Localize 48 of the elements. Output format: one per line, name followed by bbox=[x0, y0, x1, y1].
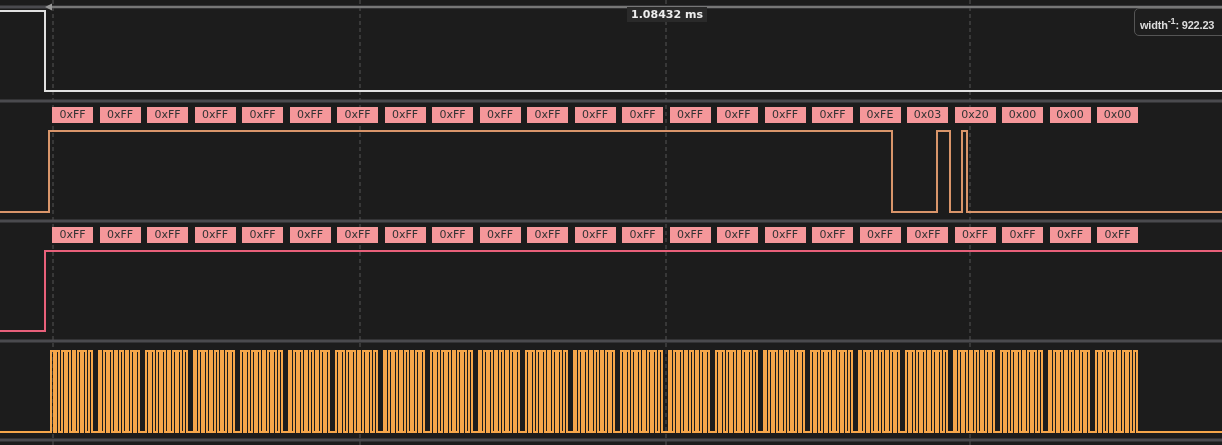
decoded-byte[interactable]: 0xFF bbox=[669, 107, 711, 123]
decoded-byte[interactable]: 0x00 bbox=[1049, 107, 1091, 123]
decoded-byte[interactable]: 0x00 bbox=[1002, 107, 1043, 123]
decoded-byte[interactable]: 0xFF bbox=[337, 227, 378, 243]
decoded-byte[interactable]: 0xFF bbox=[432, 107, 473, 123]
decoded-byte[interactable]: 0xFF bbox=[147, 227, 188, 243]
decoded-byte[interactable]: 0xFF bbox=[384, 107, 426, 123]
decoded-byte[interactable]: 0xFF bbox=[147, 107, 188, 123]
decoded-byte[interactable]: 0xFF bbox=[574, 227, 616, 243]
decoded-byte[interactable]: 0xFF bbox=[812, 227, 853, 243]
decoded-byte[interactable]: 0xFF bbox=[812, 107, 853, 123]
decoded-byte[interactable]: 0xFF bbox=[289, 227, 331, 243]
decoded-byte[interactable]: 0xFF bbox=[99, 107, 141, 123]
decoded-byte[interactable]: 0xFF bbox=[1002, 227, 1043, 243]
decoded-byte[interactable]: 0xFF bbox=[384, 227, 426, 243]
decoded-byte[interactable]: 0xFF bbox=[337, 107, 378, 123]
decoded-byte[interactable]: 0xFF bbox=[432, 227, 473, 243]
decoded-byte[interactable]: 0xFF bbox=[717, 227, 758, 243]
decoded-byte[interactable]: 0xFF bbox=[669, 227, 711, 243]
decoded-byte[interactable]: 0xFF bbox=[574, 107, 616, 123]
decoded-byte[interactable]: 0xFF bbox=[954, 227, 996, 243]
decoded-byte[interactable]: 0xFF bbox=[242, 107, 283, 123]
decoded-byte[interactable]: 0xFF bbox=[764, 107, 806, 123]
decoded-byte[interactable]: 0xFF bbox=[99, 227, 141, 243]
decoded-byte[interactable]: 0xFF bbox=[194, 227, 236, 243]
decoded-byte[interactable]: 0xFF bbox=[527, 227, 568, 243]
decoded-byte[interactable]: 0xFF bbox=[717, 107, 758, 123]
decoded-byte[interactable]: 0xFF bbox=[479, 107, 521, 123]
decoded-byte[interactable]: 0xFF bbox=[859, 227, 901, 243]
decoded-byte[interactable]: 0xFF bbox=[622, 227, 663, 243]
decoded-byte[interactable]: 0x03 bbox=[907, 107, 948, 123]
measurement-tooltip: width$^{-1}$: 922.23 bbox=[1134, 8, 1222, 36]
decoded-byte[interactable]: 0xFF bbox=[52, 107, 93, 123]
duration-label: 1.08432 ms bbox=[627, 7, 707, 22]
decoded-byte[interactable]: 0x20 bbox=[954, 107, 996, 123]
decoded-byte[interactable]: 0xFF bbox=[622, 107, 663, 123]
decoded-byte[interactable]: 0xFF bbox=[242, 227, 283, 243]
decoded-byte[interactable]: 0xFF bbox=[764, 227, 806, 243]
decoded-byte[interactable]: 0xFF bbox=[907, 227, 948, 243]
decoded-byte[interactable]: 0xFF bbox=[194, 107, 236, 123]
decoded-byte[interactable]: 0xFF bbox=[527, 107, 568, 123]
decoded-byte[interactable]: 0xFF bbox=[479, 227, 521, 243]
decoded-byte[interactable]: 0xFF bbox=[1049, 227, 1091, 243]
decoded-byte[interactable]: 0xFE bbox=[859, 107, 901, 123]
decoded-byte[interactable]: 0x00 bbox=[1097, 107, 1138, 123]
decoded-byte[interactable]: 0xFF bbox=[52, 227, 93, 243]
decoded-byte[interactable]: 0xFF bbox=[1097, 227, 1138, 243]
decoded-byte[interactable]: 0xFF bbox=[289, 107, 331, 123]
